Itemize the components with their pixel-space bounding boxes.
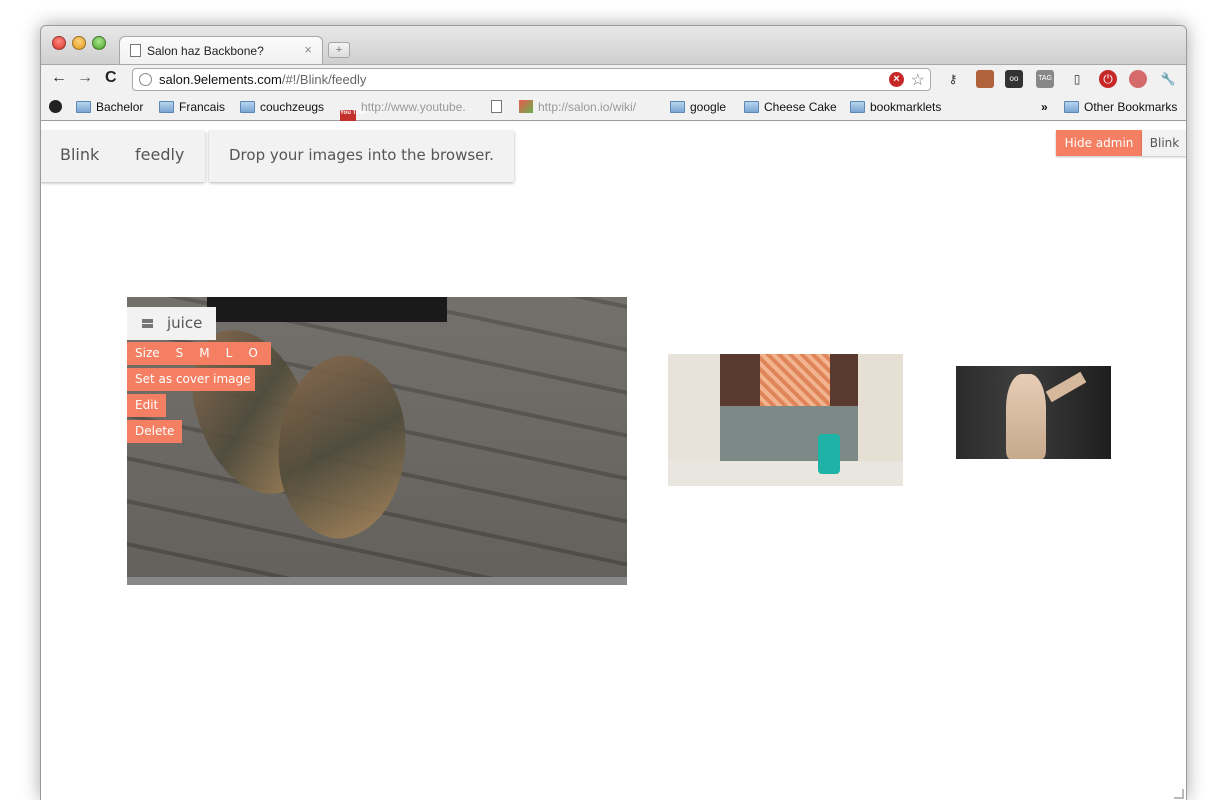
folder-icon xyxy=(1064,101,1079,113)
bookmark-francais[interactable]: Francais xyxy=(159,100,225,114)
bookmark-bookmarklets[interactable]: bookmarklets xyxy=(850,100,941,114)
photo-main[interactable]: juice Size S M L O Set as cover image Edit D… xyxy=(127,297,627,585)
github-icon[interactable] xyxy=(49,100,62,114)
folder-icon xyxy=(744,101,759,113)
tag-icon[interactable]: TAG xyxy=(1036,70,1054,88)
bookmark-label: couchzeugs xyxy=(260,100,325,114)
folder-icon xyxy=(850,101,865,113)
user-link[interactable]: Blink xyxy=(1142,130,1186,156)
star-icon[interactable]: ☆ xyxy=(911,70,925,90)
minimize-window-button[interactable] xyxy=(72,36,86,50)
folder-icon xyxy=(240,101,255,113)
bookmark-cheese-cake[interactable]: Cheese Cake xyxy=(744,100,837,114)
size-selector: Size S M L O xyxy=(127,342,271,365)
photo-detail xyxy=(207,297,447,322)
bookmarks-overflow-chevron[interactable]: » xyxy=(1041,100,1048,114)
drag-handle-icon[interactable] xyxy=(142,319,153,328)
photo-title: juice xyxy=(167,314,203,332)
bookmark-bachelor[interactable]: Bachelor xyxy=(76,100,143,114)
photo-detail xyxy=(1045,371,1087,403)
folder-icon xyxy=(670,101,685,113)
cake-icon[interactable] xyxy=(976,70,994,88)
size-o-button[interactable]: O xyxy=(248,346,257,360)
title-bar: Salon haz Backbone? × + xyxy=(41,26,1186,64)
globe-icon xyxy=(139,73,152,86)
photo-detail xyxy=(760,354,830,406)
url-text[interactable]: salon.9elements.com/#!/Blink/feedly xyxy=(159,72,366,87)
delete-button[interactable]: Delete xyxy=(127,420,182,443)
url-path: /#!/Blink/feedly xyxy=(281,72,367,87)
bookmark-google[interactable]: google xyxy=(670,100,726,114)
bookmark-label: Bachelor xyxy=(96,100,144,114)
other-bookmarks[interactable]: Other Bookmarks xyxy=(1064,100,1177,114)
wrench-icon[interactable]: 🔧 xyxy=(1159,70,1177,88)
photo-footer-strip xyxy=(127,577,627,585)
page-icon xyxy=(491,100,502,113)
bookmark-label: bookmarklets xyxy=(870,100,942,114)
tomato-icon[interactable] xyxy=(1129,70,1147,88)
address-bar[interactable]: salon.9elements.com/#!/Blink/feedly × ☆ xyxy=(132,68,931,91)
size-label: Size xyxy=(135,346,160,360)
power-icon[interactable]: ⏻ xyxy=(1099,70,1117,88)
bookmark-couchzeugs[interactable]: couchzeugs xyxy=(240,100,324,114)
maximize-window-button[interactable] xyxy=(92,36,106,50)
glasses-icon[interactable]: oo xyxy=(1005,70,1023,88)
reload-button[interactable]: C xyxy=(105,69,117,87)
photo-detail xyxy=(818,434,840,474)
close-window-button[interactable] xyxy=(52,36,66,50)
forward-button[interactable]: → xyxy=(77,69,93,87)
breadcrumb: Blink feedly xyxy=(41,131,205,182)
size-m-button[interactable]: M xyxy=(199,346,209,360)
browser-window: Salon haz Backbone? × + ← → C salon.9ele… xyxy=(40,25,1187,800)
new-tab-button[interactable]: + xyxy=(328,42,350,58)
edit-button[interactable]: Edit xyxy=(127,394,166,417)
size-l-button[interactable]: L xyxy=(226,346,233,360)
key-icon[interactable]: ⚷ xyxy=(944,70,962,88)
url-host: salon.9elements.com xyxy=(159,72,282,87)
browser-tab[interactable]: Salon haz Backbone? × xyxy=(119,36,323,64)
bookmark-label: Other Bookmarks xyxy=(1084,100,1178,114)
phone-icon[interactable]: ▯ xyxy=(1068,70,1086,88)
stop-icon[interactable]: × xyxy=(889,72,904,87)
bookmark-label: google xyxy=(690,100,727,114)
size-s-button[interactable]: S xyxy=(176,346,184,360)
tab-close-icon[interactable]: × xyxy=(304,42,312,57)
breadcrumb-user[interactable]: Blink xyxy=(60,145,99,164)
bookmark-label: http://www.youtube. xyxy=(361,100,466,114)
hide-admin-button[interactable]: Hide admin xyxy=(1056,130,1142,156)
bookmark-label: http://salon.io/wiki/ xyxy=(538,100,637,114)
folder-icon xyxy=(76,101,91,113)
bookmarks-bar: Bachelor Francais couchzeugs You Tubehtt… xyxy=(41,93,1186,124)
browser-toolbar: ← → C salon.9elements.com/#!/Blink/feedl… xyxy=(41,64,1186,93)
photo-label[interactable]: juice xyxy=(127,307,216,340)
photo-detail xyxy=(1006,374,1046,459)
bookmark-salon-wiki[interactable]: http://salon.io/wiki/ xyxy=(519,100,636,114)
bookmark-label: Cheese Cake xyxy=(764,100,837,114)
set-cover-button[interactable]: Set as cover image xyxy=(127,368,255,391)
page-content: Blink feedly Drop your images into the b… xyxy=(41,121,1186,800)
resize-grip-icon[interactable] xyxy=(1174,789,1184,799)
tab-title: Salon haz Backbone? xyxy=(147,44,264,58)
drop-hint: Drop your images into the browser. xyxy=(209,131,514,182)
photo-detail xyxy=(668,461,903,486)
photo-teal-heels[interactable] xyxy=(668,354,903,486)
page-icon xyxy=(130,44,141,57)
folder-icon xyxy=(159,101,174,113)
bookmark-page[interactable] xyxy=(491,100,507,114)
feather-icon xyxy=(519,100,533,113)
breadcrumb-page[interactable]: feedly xyxy=(135,145,184,164)
back-button[interactable]: ← xyxy=(51,69,67,87)
photo-woman-in-chair[interactable] xyxy=(956,366,1111,459)
bookmark-label: Francais xyxy=(179,100,226,114)
